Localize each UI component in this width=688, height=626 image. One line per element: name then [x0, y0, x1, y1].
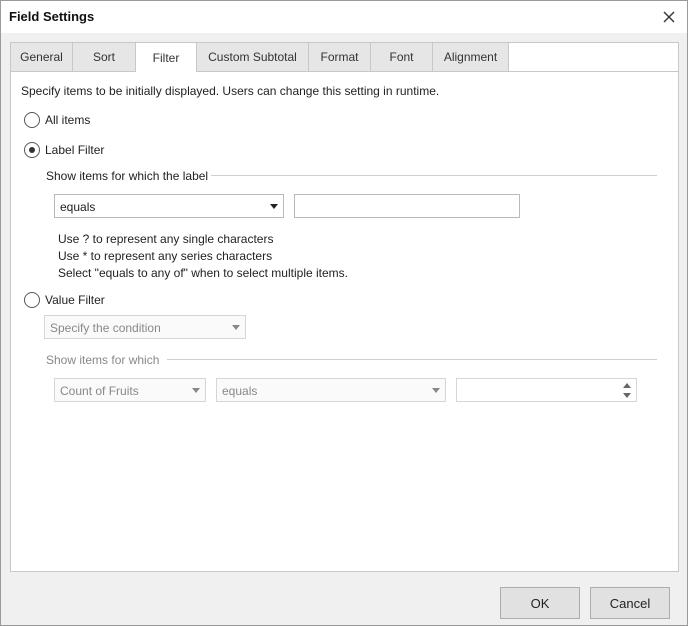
- value-filter-label: Value Filter: [45, 293, 105, 307]
- value-condition-placeholder: Specify the condition: [50, 321, 161, 335]
- value-filter-group-label: Show items for which: [46, 353, 160, 367]
- tab-alignment[interactable]: Alignment: [433, 43, 509, 71]
- hint-line-2: Use * to represent any series characters: [58, 249, 273, 263]
- spin-down-icon[interactable]: [620, 390, 634, 400]
- tab-format[interactable]: Format: [309, 43, 371, 71]
- label-condition-value: equals: [60, 200, 96, 214]
- chevron-down-icon: [265, 195, 283, 217]
- tab-sort[interactable]: Sort: [73, 43, 136, 71]
- chevron-down-icon: [427, 379, 445, 401]
- field-settings-dialog: Field Settings General Sort Filter Custo…: [0, 0, 688, 626]
- dialog-title: Field Settings: [9, 9, 95, 24]
- chevron-down-icon: [187, 379, 205, 401]
- value-condition-select[interactable]: Specify the condition: [44, 315, 246, 339]
- label-filter-label: Label Filter: [45, 143, 105, 157]
- filter-description: Specify items to be initially displayed.…: [21, 84, 440, 98]
- value-operator-select[interactable]: equals: [216, 378, 446, 402]
- label-filter-separator: [211, 175, 657, 176]
- tab-general[interactable]: General: [11, 43, 73, 71]
- value-number-input[interactable]: [456, 378, 637, 402]
- tab-font[interactable]: Font: [371, 43, 433, 71]
- value-field-select[interactable]: Count of Fruits: [54, 378, 206, 402]
- tab-custom-subtotal[interactable]: Custom Subtotal: [197, 43, 309, 71]
- hint-line-1: Use ? to represent any single characters: [58, 232, 274, 246]
- value-operator-value: equals: [222, 384, 258, 398]
- hint-line-3: Select "equals to any of" when to select…: [58, 266, 348, 280]
- filter-tab-content: Specify items to be initially displayed.…: [11, 72, 678, 571]
- all-items-label: All items: [45, 113, 91, 127]
- cancel-button[interactable]: Cancel: [590, 587, 670, 619]
- label-condition-select[interactable]: equals: [54, 194, 284, 218]
- value-field-value: Count of Fruits: [60, 384, 139, 398]
- value-filter-radio[interactable]: [24, 292, 40, 308]
- ok-button[interactable]: OK: [500, 587, 580, 619]
- value-filter-separator: [167, 359, 657, 360]
- close-button[interactable]: [657, 5, 681, 29]
- label-filter-group-label: Show items for which the label: [46, 169, 209, 183]
- tab-filter[interactable]: Filter: [136, 43, 197, 72]
- spin-up-icon[interactable]: [620, 380, 634, 390]
- label-value-input[interactable]: [294, 194, 520, 218]
- all-items-radio[interactable]: [24, 112, 40, 128]
- title-bar: Field Settings: [1, 1, 687, 33]
- label-filter-radio[interactable]: [24, 142, 40, 158]
- tab-strip: General Sort Filter Custom Subtotal Form…: [11, 43, 678, 72]
- close-icon: [663, 11, 675, 23]
- tab-panel: General Sort Filter Custom Subtotal Form…: [10, 42, 679, 572]
- chevron-down-icon: [227, 316, 245, 338]
